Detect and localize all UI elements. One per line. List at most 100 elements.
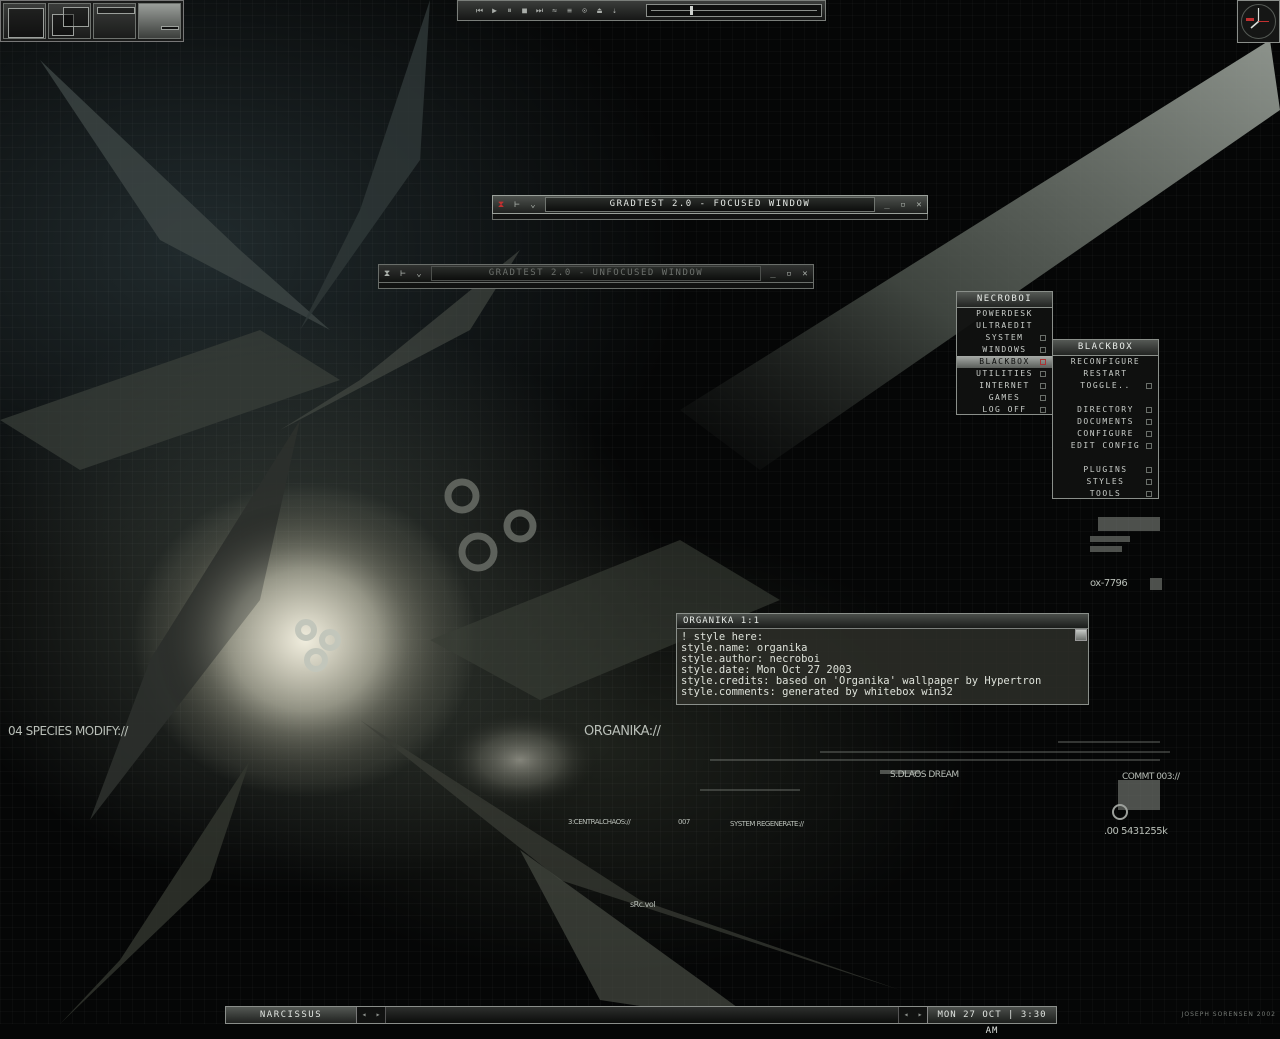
wallpaper-ox-text: ox-7796 [1090, 578, 1128, 589]
menu-item-configure[interactable]: CONFIGURE [1053, 428, 1158, 440]
play-icon[interactable]: ▶ [487, 3, 502, 18]
menu-item-reconfigure[interactable]: RECONFIGURE [1053, 356, 1158, 368]
menu-item-restart[interactable]: RESTART [1053, 368, 1158, 380]
console-title[interactable]: ORGANIKA 1:1 [677, 614, 1088, 629]
previous-task-icon[interactable]: ◂ [357, 1007, 371, 1023]
submenu-indicator-icon [1146, 443, 1152, 449]
menu-item-label: ULTRAEDIT [976, 321, 1033, 330]
menu-item-windows[interactable]: WINDOWS [957, 344, 1052, 356]
wallpaper-count-text: .00 5431255k [1104, 826, 1168, 837]
wallpaper-central-text: 3:CENTRALCHAOS:// [568, 818, 631, 826]
submenu-indicator-icon [1040, 407, 1046, 413]
eject-icon[interactable]: ⏏ [592, 3, 607, 18]
next-task-icon[interactable]: ▸ [371, 1007, 385, 1023]
console-line: style.comments: generated by whitebox wi… [681, 686, 953, 698]
minimize-icon[interactable]: _ [879, 200, 895, 210]
maximize-icon[interactable]: ▫ [781, 269, 797, 279]
minimize-icon[interactable]: _ [765, 269, 781, 279]
submenu-indicator-icon [1146, 467, 1152, 473]
menu-item-edit-config[interactable]: EDIT CONFIG [1053, 440, 1158, 452]
menu-item-label: EDIT CONFIG [1070, 441, 1141, 450]
wallpaper-species-text: 04 SPECIES MODIFY:// [8, 724, 128, 738]
menu-item-label: BLACKBOX [979, 357, 1030, 366]
submenu-indicator-icon [1146, 431, 1152, 437]
workspace-pager [0, 0, 184, 42]
submenu-indicator-icon [1146, 407, 1152, 413]
window-pin-icon[interactable]: ⊢ [509, 200, 525, 210]
analog-clock-widget [1237, 0, 1280, 43]
focused-window[interactable]: ⧗ ⊢ ⌄ GRADTEST 2.0 - FOCUSED WINDOW _ ▫ … [492, 195, 928, 220]
settings-icon[interactable]: ⊙ [577, 3, 592, 18]
console-scroll-button[interactable] [1075, 629, 1087, 641]
wallpaper-src-text: sRc.vol [630, 900, 656, 909]
volume-down-icon[interactable]: ⇣ [607, 3, 622, 18]
workspace-2[interactable] [48, 3, 91, 39]
menu-item-blackbox[interactable]: BLACKBOX [957, 356, 1052, 368]
workspace-3[interactable] [93, 3, 136, 39]
media-player-bar: ⏮ ▶ ⏸ ■ ⏭ ≈ ≡ ⊙ ⏏ ⇣ [457, 0, 826, 21]
style-console-window[interactable]: ORGANIKA 1:1 ! style here: style.name: or… [676, 613, 1089, 705]
console-text[interactable]: ! style here: style.name: organika style.a… [677, 629, 1088, 698]
menu-item-tools[interactable]: TOOLS [1053, 488, 1158, 500]
window-menu-icon[interactable]: ⧗ [379, 269, 395, 279]
menu-item-label: CONFIGURE [1077, 429, 1134, 438]
wallpaper-comm-text: COMMT 003:// [1122, 772, 1180, 782]
unfocused-window[interactable]: ⧗ ⊢ ⌄ GRADTEST 2.0 - UNFOCUSED WINDOW _ … [378, 264, 814, 289]
window-pin-icon[interactable]: ⊢ [395, 269, 411, 279]
taskbar-task-narcissus[interactable]: NARCISSUS [226, 1007, 357, 1023]
menu-item-internet[interactable]: INTERNET [957, 380, 1052, 392]
next-icon[interactable]: ⏭ [532, 3, 547, 18]
menu-item-label: RESTART [1083, 369, 1128, 378]
menu-item-label: RECONFIGURE [1070, 357, 1141, 366]
wallpaper-organika-text: ORGANIKA:// [584, 724, 661, 739]
workspace-1[interactable] [3, 3, 46, 39]
close-icon[interactable]: ✕ [911, 200, 927, 210]
repeat-icon[interactable]: ≡ [562, 3, 577, 18]
menu-item-documents[interactable]: DOCUMENTS [1053, 416, 1158, 428]
pause-icon[interactable]: ⏸ [502, 3, 517, 18]
menu-item-plugins[interactable]: PLUGINS [1053, 464, 1158, 476]
focused-window-titlebar[interactable]: ⧗ ⊢ ⌄ GRADTEST 2.0 - FOCUSED WINDOW _ ▫ … [492, 195, 928, 214]
menu-item-directory[interactable]: DIRECTORY [1053, 404, 1158, 416]
wallpaper-dream-text: S.DLAOS DREAM [890, 770, 959, 780]
submenu-indicator-icon [1040, 335, 1046, 341]
seek-slider[interactable] [646, 4, 822, 17]
root-menu: NECROBOI POWERDESK ULTRAEDIT SYSTEM WIND… [956, 291, 1053, 415]
shuffle-icon[interactable]: ≈ [547, 3, 562, 18]
menu-item-label: DIRECTORY [1077, 405, 1134, 414]
taskbar-window-area[interactable] [385, 1007, 899, 1023]
focused-window-title: GRADTEST 2.0 - FOCUSED WINDOW [545, 197, 875, 212]
stop-icon[interactable]: ■ [517, 3, 532, 18]
window-menu-icon[interactable]: ⧗ [493, 200, 509, 210]
previous-workspace-icon[interactable]: ◂ [899, 1007, 913, 1023]
focused-window-frame [492, 214, 928, 220]
menu-item-powerdesk[interactable]: POWERDESK [957, 308, 1052, 320]
submenu-indicator-icon [1146, 419, 1152, 425]
blackbox-submenu: BLACKBOX RECONFIGURE RESTART TOGGLE.. DI… [1052, 339, 1159, 499]
menu-item-label: PLUGINS [1083, 465, 1128, 474]
blackbox-menu-title: BLACKBOX [1053, 340, 1158, 356]
taskbar-clock[interactable]: MON 27 OCT | 3:30 AM [927, 1007, 1056, 1036]
taskbar: NARCISSUS ◂ ▸ ◂ ▸ MON 27 OCT | 3:30 AM [225, 1006, 1057, 1036]
menu-item-label: UTILITIES [976, 369, 1033, 378]
window-shade-icon[interactable]: ⌄ [525, 200, 541, 210]
menu-item-ultraedit[interactable]: ULTRAEDIT [957, 320, 1052, 332]
menu-item-log-off[interactable]: LOG OFF [957, 404, 1052, 416]
menu-item-toggle[interactable]: TOGGLE.. [1053, 380, 1158, 392]
window-shade-icon[interactable]: ⌄ [411, 269, 427, 279]
unfocused-window-titlebar[interactable]: ⧗ ⊢ ⌄ GRADTEST 2.0 - UNFOCUSED WINDOW _ … [378, 264, 814, 283]
menu-item-system[interactable]: SYSTEM [957, 332, 1052, 344]
seek-thumb[interactable] [690, 6, 693, 15]
menu-item-games[interactable]: GAMES [957, 392, 1052, 404]
wallpaper-credit: JOSEPH SORENSEN 2002 [1181, 1011, 1276, 1018]
next-workspace-icon[interactable]: ▸ [913, 1007, 927, 1023]
workspace-4[interactable] [138, 3, 181, 39]
menu-item-utilities[interactable]: UTILITIES [957, 368, 1052, 380]
submenu-indicator-icon [1040, 383, 1046, 389]
unfocused-window-frame [378, 283, 814, 289]
maximize-icon[interactable]: ▫ [895, 200, 911, 210]
previous-icon[interactable]: ⏮ [472, 3, 487, 18]
menu-item-styles[interactable]: STYLES [1053, 476, 1158, 488]
close-icon[interactable]: ✕ [797, 269, 813, 279]
menu-item-label: TOGGLE.. [1080, 381, 1131, 390]
